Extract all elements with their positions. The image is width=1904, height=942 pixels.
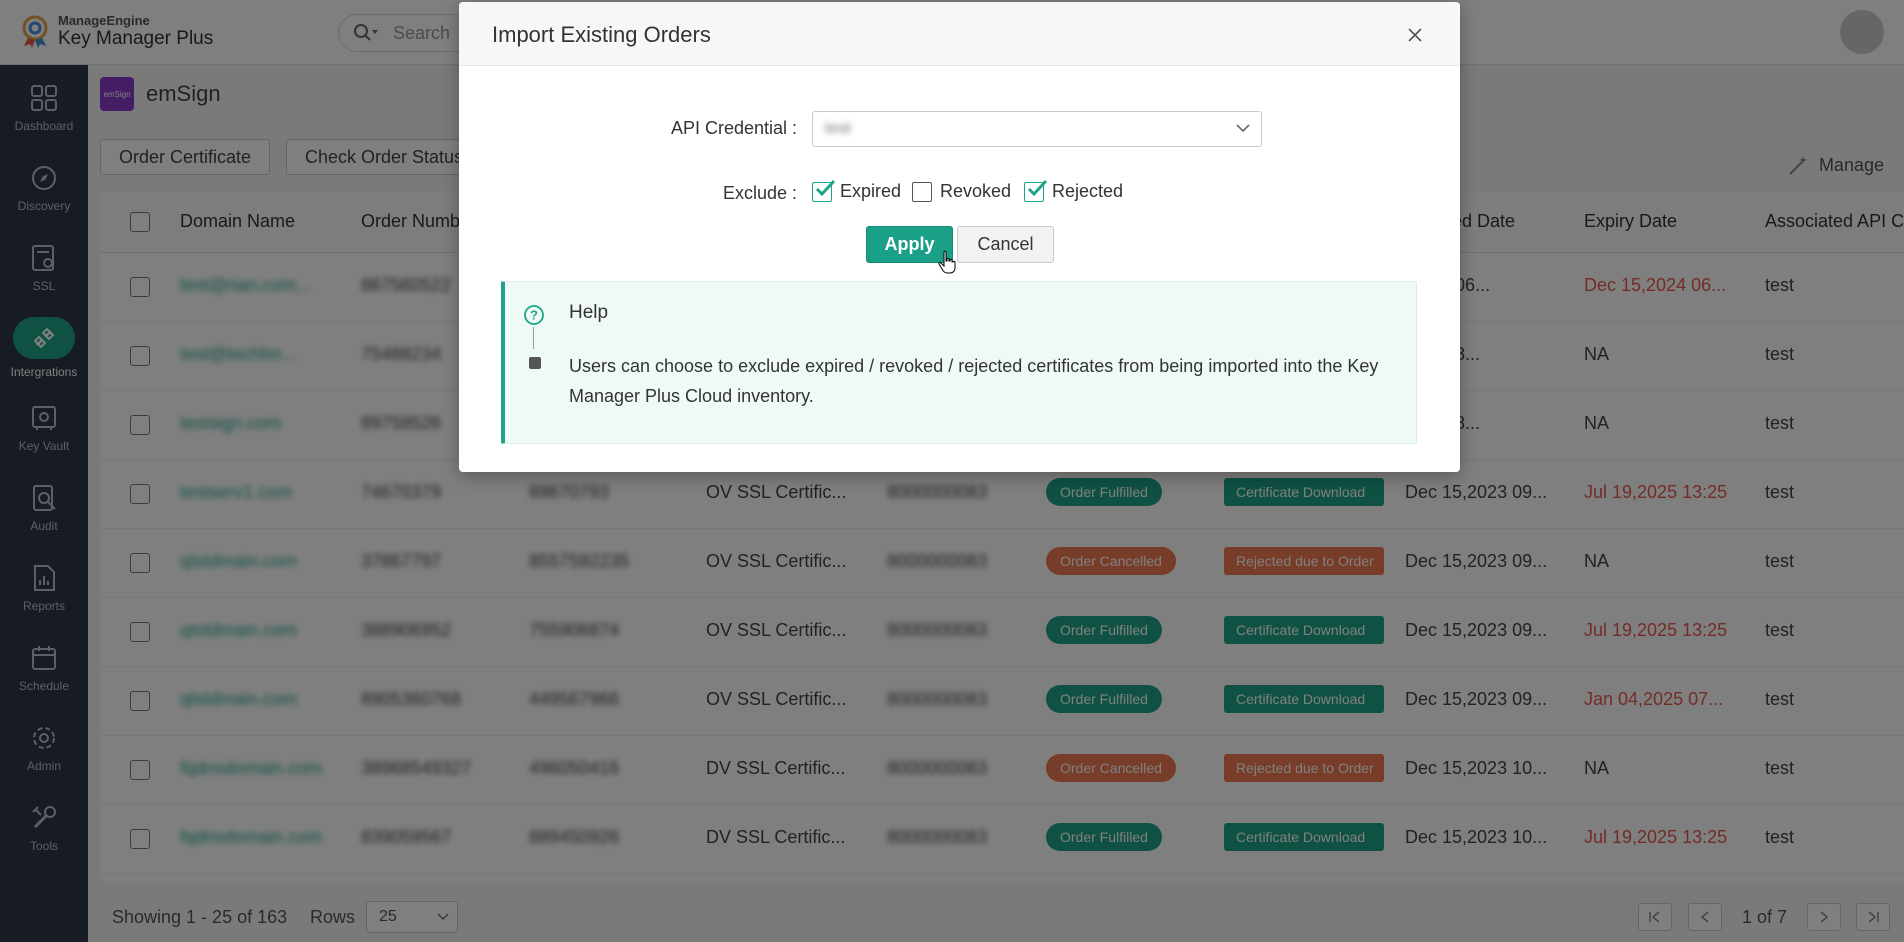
- dialog-title: Import Existing Orders: [492, 22, 711, 47]
- close-icon[interactable]: [1406, 26, 1424, 44]
- exclude-revoked-checkbox[interactable]: Revoked: [912, 181, 1011, 202]
- help-panel: ? Help Users can choose to exclude expir…: [501, 281, 1417, 444]
- chevron-down-icon: [1236, 124, 1250, 133]
- api-credential-label: API Credential :: [670, 118, 797, 138]
- svg-text:?: ?: [530, 308, 538, 323]
- checkbox-box[interactable]: [1024, 179, 1048, 202]
- exclude-label: Exclude :: [722, 183, 797, 203]
- checkmark-icon: [1027, 179, 1048, 196]
- checkmark-icon: [815, 179, 836, 196]
- hand-cursor-icon: [938, 250, 956, 274]
- help-connector: [533, 327, 534, 349]
- help-title: Help: [569, 302, 609, 323]
- checkbox-box[interactable]: [812, 179, 836, 202]
- help-bullet: [529, 357, 541, 369]
- checkbox-box[interactable]: [912, 181, 932, 202]
- checkbox-label: Revoked: [940, 181, 1012, 201]
- checkbox-label: Rejected: [1052, 181, 1124, 201]
- dialog-header: Import Existing Orders: [459, 2, 1460, 66]
- help-text: Users can choose to exclude expired / re…: [569, 356, 1379, 406]
- checkbox-label: Expired: [840, 181, 902, 201]
- exclude-expired-checkbox[interactable]: Expired: [812, 179, 902, 202]
- api-credential-value: test: [825, 120, 851, 137]
- import-orders-dialog: Import Existing Orders API Credential : …: [459, 2, 1460, 472]
- exclude-rejected-checkbox[interactable]: Rejected: [1024, 179, 1124, 202]
- cancel-button[interactable]: Cancel: [957, 226, 1054, 263]
- help-icon: ?: [524, 305, 544, 325]
- api-credential-select[interactable]: test: [812, 111, 1262, 147]
